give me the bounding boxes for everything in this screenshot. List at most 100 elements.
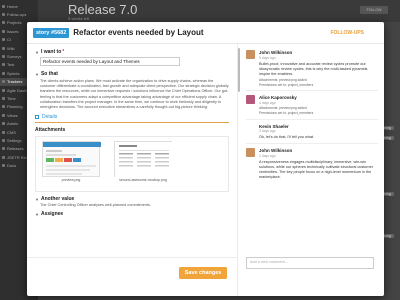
story-id-badge[interactable]: story #5682 [33,27,70,38]
another-value-label[interactable]: ▼ Another value [35,196,229,202]
sidebar-item-label: Admin [7,121,19,127]
chevron-down-icon: ▼ [35,196,39,202]
sidebar-item-label: Settings [7,137,22,143]
sidebar-item[interactable]: Home [0,2,38,10]
so-that-label[interactable]: ▼ So that [35,71,229,77]
divider [246,118,378,120]
close-icon[interactable]: ✕ [378,22,384,26]
modal-title: Refactor events needed by Layout [73,28,204,37]
so-that-paragraph[interactable]: The clients achieve action plans. We mus… [40,79,229,110]
follow-ups-link[interactable]: FOLLOW-UPS [330,30,364,36]
sidebar-item-icon [2,29,5,33]
comment-time: 5 days ago [259,55,276,60]
sidebar-item-label: Trackers [7,79,23,85]
attachment-thumbnail[interactable] [42,141,101,178]
comment-item: Kevin Shaeler 3 days ago Ok, let's do th… [259,124,378,141]
story-form: ▼ I want to * Refactor events needed by … [27,44,237,257]
attachment-thumbnail[interactable] [114,141,173,179]
story-modal: story #5682 Refactor events needed by La… [27,22,384,296]
sidebar-item-icon [2,96,5,100]
sidebar-item-label: CMS [7,129,16,135]
comment-item: John Wilkinson 5 days ago Bullet-proof, … [246,50,378,87]
another-value-paragraph[interactable]: The Chief Controlling Officer analyses w… [40,203,229,207]
comments-panel: John Wilkinson 5 days ago Bullet-proof, … [237,44,384,296]
avatar[interactable] [246,148,255,158]
sidebar-item-label: CI [7,37,11,43]
sidebar-item-label: Views [7,112,18,118]
comment-time: 3 days ago [259,129,276,134]
sidebar-item-label: Time [7,95,16,101]
comment-meta-attachments: Attachments: preview.png added [259,77,307,82]
assignee-text: Assignee [40,211,64,218]
i-want-to-text: I want to [40,49,62,55]
i-want-to-label[interactable]: ▼ I want to * [35,49,229,55]
sidebar-item-icon [2,80,5,84]
comment-meta-permissions: Permissions set to: project_members [259,82,314,87]
comment-text: A responsiveness engages multidisciplina… [259,159,373,179]
sidebar-item-label: Sprints [7,70,20,76]
divider [246,90,378,92]
comment-author[interactable]: Alice Kaporovsky [259,95,378,100]
sidebar-item-label: Home [7,3,18,9]
sidebar-item-label: Test [7,62,15,68]
sidebar-item-icon [2,122,5,126]
sidebar-item-icon [2,55,5,59]
comment-text: Bullet-proof, innovative and accurate re… [259,61,368,76]
another-value-text: Another value [40,196,75,203]
chevron-down-icon: ▼ [35,71,39,77]
details-toggle[interactable]: Details [35,114,229,124]
attachments-title: Attachments [35,127,66,134]
sidebar-item-label: Projects [7,20,22,26]
assignee-label[interactable]: ▼ Assignee [35,211,229,217]
background-header: Release 7.0 5 weeks left FOLLOW [0,0,400,22]
chevron-down-icon: ▼ [35,211,39,217]
sidebar-item-icon [2,13,5,17]
avatar[interactable] [246,95,255,105]
mockup-image-icon [115,142,173,179]
comment-author[interactable]: Kevin Shaeler [259,124,378,129]
sidebar-item-icon [2,164,5,168]
sidebar-item-label: Planning [7,104,23,110]
sidebar-item[interactable]: Follow-ups [0,10,38,18]
sidebar-item-label: Follow-ups [7,12,27,18]
expand-icon [35,115,39,120]
comment-meta-permissions: Permissions set to: project_members [259,111,314,116]
modal-footer: Save changes [27,257,237,296]
divider [246,143,378,145]
attachments-box[interactable]: preview.png second-awesome-mockup.png [35,136,229,193]
sidebar-item-label: Docs [7,163,17,169]
avatar[interactable] [246,50,255,59]
sidebar-item-icon [2,147,5,151]
sidebar-item-icon [2,88,5,92]
sidebar-item-icon [2,46,5,50]
attachment-caption[interactable]: second-awesome-mockup.png [108,178,178,182]
add-comment-input[interactable]: Add a new comment... [246,257,374,269]
comment-author[interactable]: John Wilkinson [259,148,378,153]
comment-text: Ok, let's do that, I'll tell you what. [259,135,315,140]
required-marker: * [62,49,65,55]
attachment-caption[interactable]: preview.png [36,178,106,182]
background-follow-button[interactable]: FOLLOW [360,6,388,14]
sidebar-item-label: Issues [7,28,19,34]
sidebar-item-icon [2,105,5,109]
comment-author[interactable]: John Wilkinson [259,50,378,55]
preview-image-icon [43,142,101,176]
release-title: Release 7.0 [68,2,138,17]
sidebar-item-label: Wiki [7,45,15,51]
comment-item: John Wilkinson 2 days ago A responsivene… [246,148,378,180]
comment-item: Alice Kaporovsky 4 days ago Attachments:… [246,95,378,115]
sidebar-item-icon [2,130,5,134]
sidebar-item-icon [2,155,5,159]
details-label: Details [42,114,58,121]
comment-time: 2 days ago [259,153,276,158]
sidebar-item-icon [2,113,5,117]
release-subtitle: 5 weeks left [68,16,90,21]
sidebar-item-icon [2,21,5,25]
chevron-down-icon: ▼ [35,49,39,55]
so-that-text: So that [40,71,58,77]
modal-header: story #5682 Refactor events needed by La… [27,22,384,44]
comment-meta-attachments: Attachments: preview.png added [259,105,307,110]
save-changes-button[interactable]: Save changes [179,267,227,279]
sidebar-item-icon [2,38,5,42]
i-want-to-input[interactable]: Refactor events needed by Layout and The… [40,57,180,66]
